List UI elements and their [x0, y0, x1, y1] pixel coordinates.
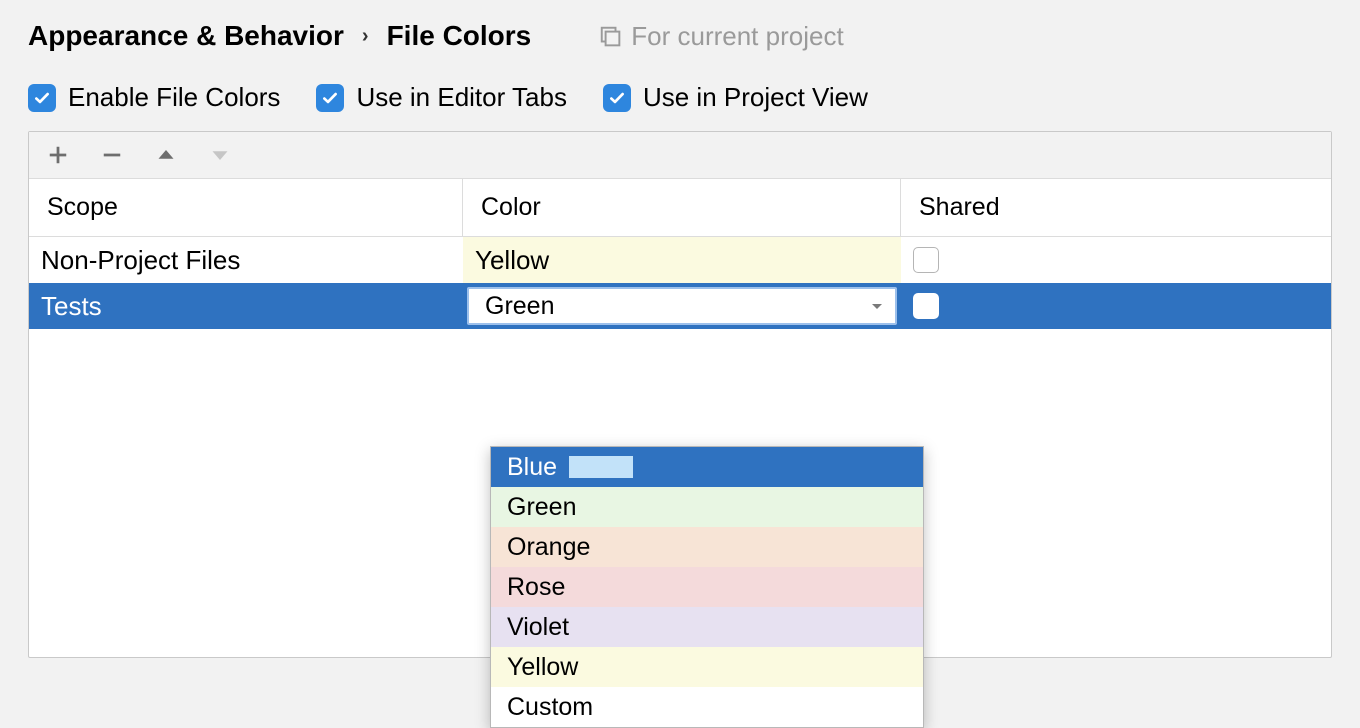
- dropdown-item-label: Blue: [507, 453, 557, 482]
- table-row[interactable]: Non-Project Files Yellow: [29, 237, 1331, 283]
- remove-button[interactable]: [99, 142, 125, 168]
- header-scope: Scope: [29, 179, 463, 236]
- shared-checkbox[interactable]: [913, 247, 939, 273]
- dropdown-item-label: Green: [507, 493, 576, 522]
- dropdown-item-orange[interactable]: Orange: [491, 527, 923, 567]
- dropdown-item-custom[interactable]: Custom: [491, 687, 923, 727]
- add-button[interactable]: [45, 142, 71, 168]
- breadcrumb-parent[interactable]: Appearance & Behavior: [28, 20, 344, 52]
- shared-checkbox[interactable]: [913, 293, 939, 319]
- dropdown-item-violet[interactable]: Violet: [491, 607, 923, 647]
- color-combo-value: Green: [485, 292, 554, 321]
- enable-file-colors-label: Enable File Colors: [68, 82, 280, 113]
- cell-color: Yellow: [463, 237, 901, 283]
- checkmark-icon: [603, 84, 631, 112]
- checkmark-icon: [316, 84, 344, 112]
- dropdown-item-label: Custom: [507, 693, 593, 722]
- dropdown-item-blue[interactable]: Blue: [491, 447, 923, 487]
- dropdown-item-rose[interactable]: Rose: [491, 567, 923, 607]
- use-in-editor-tabs-checkbox[interactable]: Use in Editor Tabs: [316, 82, 567, 113]
- dropdown-item-label: Violet: [507, 613, 569, 642]
- header-color: Color: [463, 179, 901, 236]
- chevron-right-icon: ›: [362, 25, 369, 48]
- dropdown-item-label: Orange: [507, 533, 590, 562]
- move-down-button[interactable]: [207, 142, 233, 168]
- breadcrumb-current: File Colors: [387, 20, 532, 52]
- file-colors-panel: Scope Color Shared Non-Project Files Yel…: [28, 131, 1332, 658]
- cell-shared: [901, 283, 1331, 329]
- header-shared: Shared: [901, 179, 1331, 236]
- breadcrumb: Appearance & Behavior › File Colors For …: [28, 20, 1332, 52]
- color-swatch-icon: [569, 456, 633, 478]
- dropdown-item-yellow[interactable]: Yellow: [491, 647, 923, 687]
- cell-shared: [901, 237, 1331, 283]
- scope-hint-label: For current project: [631, 21, 843, 52]
- use-in-editor-tabs-label: Use in Editor Tabs: [356, 82, 567, 113]
- checkbox-row: Enable File Colors Use in Editor Tabs Us…: [28, 82, 1332, 113]
- dropdown-item-label: Yellow: [507, 653, 578, 682]
- move-up-button[interactable]: [153, 142, 179, 168]
- project-icon: [599, 25, 621, 47]
- scope-hint: For current project: [599, 21, 843, 52]
- dropdown-item-label: Rose: [507, 573, 565, 602]
- cell-scope: Tests: [29, 283, 463, 329]
- dropdown-item-green[interactable]: Green: [491, 487, 923, 527]
- use-in-project-view-checkbox[interactable]: Use in Project View: [603, 82, 868, 113]
- color-combo[interactable]: Green: [467, 287, 897, 325]
- cell-scope: Non-Project Files: [29, 237, 463, 283]
- toolbar: [29, 132, 1331, 179]
- table-header: Scope Color Shared: [29, 179, 1331, 237]
- table-row[interactable]: Tests Green: [29, 283, 1331, 329]
- chevron-down-icon: [869, 292, 885, 321]
- color-dropdown: Blue Green Orange Rose Violet Yellow Cus…: [490, 446, 924, 728]
- enable-file-colors-checkbox[interactable]: Enable File Colors: [28, 82, 280, 113]
- checkmark-icon: [28, 84, 56, 112]
- use-in-project-view-label: Use in Project View: [643, 82, 868, 113]
- cell-color: Green: [463, 283, 901, 329]
